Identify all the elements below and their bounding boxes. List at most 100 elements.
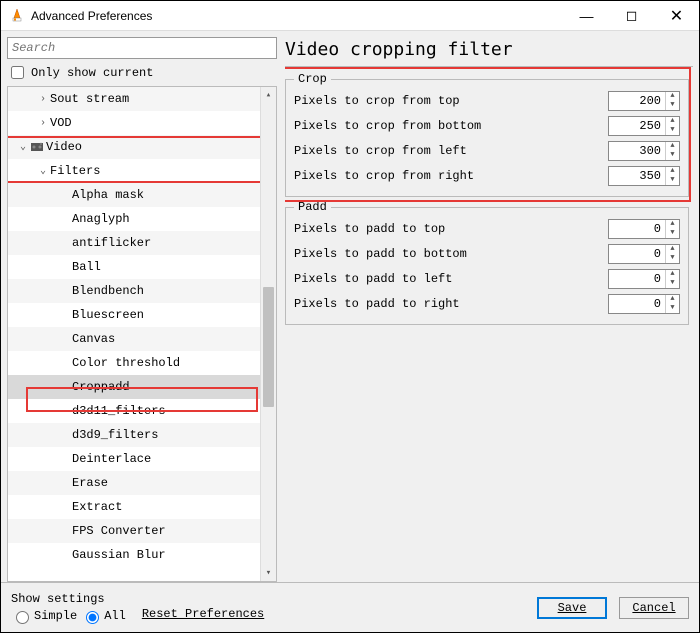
crop-right-input[interactable] [609,167,665,185]
panel-title: Video cropping filter [285,37,693,67]
padd-top-label: Pixels to padd to top [294,222,608,236]
spin-down-icon[interactable]: ▼ [666,229,679,238]
crop-top-spinner[interactable]: ▲▼ [608,91,680,111]
spin-up-icon[interactable]: ▲ [666,142,679,151]
spin-down-icon[interactable]: ▼ [666,279,679,288]
spin-down-icon[interactable]: ▼ [666,151,679,160]
chevron-down-icon: ⌄ [16,141,30,153]
tree-item-filter[interactable]: Blendbench [8,279,260,303]
tree-item-filter[interactable]: Erase [8,471,260,495]
simple-radio-label[interactable]: Simple [11,608,77,624]
maximize-button[interactable]: ◻ [609,1,654,30]
tree-item-filter[interactable]: Deinterlace [8,447,260,471]
scroll-up-button[interactable]: ▴ [261,87,276,103]
all-radio-label[interactable]: All [81,608,126,624]
only-show-current-row: Only show current [7,63,277,82]
minimize-button[interactable]: — [564,1,609,30]
tree-item-filter[interactable]: d3d9_filters [8,423,260,447]
spin-up-icon[interactable]: ▲ [666,220,679,229]
close-button[interactable]: ✕ [654,1,699,30]
tree-item-filters[interactable]: ⌄ Filters [8,159,260,183]
crop-bottom-input[interactable] [609,117,665,135]
spin-down-icon[interactable]: ▼ [666,176,679,185]
tree-item-filter[interactable]: Canvas [8,327,260,351]
spin-up-icon[interactable]: ▲ [666,167,679,176]
tree-label: FPS Converter [72,524,166,538]
padd-left-input[interactable] [609,270,665,288]
all-radio[interactable] [86,611,99,624]
padd-top-spinner[interactable]: ▲▼ [608,219,680,239]
padd-bottom-spinner[interactable]: ▲▼ [608,244,680,264]
crop-left-input[interactable] [609,142,665,160]
tree-label: Croppadd [72,380,130,394]
padd-top-input[interactable] [609,220,665,238]
tree-item-filter[interactable]: Ball [8,255,260,279]
scroll-down-button[interactable]: ▾ [261,565,276,581]
settings-tree: › Sout stream › VOD ⌄ Video ⌄ Filters [7,86,277,582]
only-show-current-checkbox[interactable] [11,66,24,79]
tree-item-vod[interactable]: › VOD [8,111,260,135]
spin-down-icon[interactable]: ▼ [666,126,679,135]
padd-right-input[interactable] [609,295,665,313]
titlebar: Advanced Preferences — ◻ ✕ [1,1,699,31]
tree-label: Bluescreen [72,308,144,322]
spin-up-icon[interactable]: ▲ [666,270,679,279]
tree-label: Deinterlace [72,452,151,466]
tree-item-video[interactable]: ⌄ Video [8,135,260,159]
tree-item-filter[interactable]: Gaussian Blur [8,543,260,567]
padd-bottom-label: Pixels to padd to bottom [294,247,608,261]
spin-down-icon[interactable]: ▼ [666,304,679,313]
crop-bottom-spinner[interactable]: ▲▼ [608,116,680,136]
tree-item-filter[interactable]: d3d11_filters [8,399,260,423]
spin-up-icon[interactable]: ▲ [666,92,679,101]
crop-left-spinner[interactable]: ▲▼ [608,141,680,161]
tree-label: Ball [72,260,101,274]
spin-up-icon[interactable]: ▲ [666,295,679,304]
padd-left-label: Pixels to padd to left [294,272,608,286]
tree-item-filter[interactable]: Alpha mask [8,183,260,207]
scrollbar[interactable]: ▴ ▾ [260,87,276,581]
tree-item-filter[interactable]: Anaglyph [8,207,260,231]
crop-legend: Crop [294,72,331,86]
padd-legend: Padd [294,200,331,214]
crop-right-label: Pixels to crop from right [294,169,608,183]
search-input[interactable] [7,37,277,59]
tree-label: d3d11_filters [72,404,166,418]
tree-label: Color threshold [72,356,180,370]
preferences-window: Advanced Preferences — ◻ ✕ Only show cur… [0,0,700,633]
video-icon [30,140,44,154]
tree-label: Gaussian Blur [72,548,166,562]
scroll-thumb[interactable] [263,287,274,407]
padd-right-spinner[interactable]: ▲▼ [608,294,680,314]
padd-right-label: Pixels to padd to right [294,297,608,311]
tree-label: Blendbench [72,284,144,298]
simple-radio[interactable] [16,611,29,624]
tree-item-filter[interactable]: Extract [8,495,260,519]
chevron-down-icon: ⌄ [36,165,50,177]
tree-item-filter[interactable]: FPS Converter [8,519,260,543]
cancel-button[interactable]: Cancel [619,597,689,619]
tree-item-sout-stream[interactable]: › Sout stream [8,87,260,111]
padd-group: Padd Pixels to padd to top ▲▼ Pixels to … [285,207,689,325]
save-button[interactable]: Save [537,597,607,619]
padd-bottom-input[interactable] [609,245,665,263]
spin-down-icon[interactable]: ▼ [666,254,679,263]
tree-item-filter[interactable]: antiflicker [8,231,260,255]
tree-label: Canvas [72,332,115,346]
spin-up-icon[interactable]: ▲ [666,245,679,254]
footer: Show settings Simple All Reset Preferenc… [1,582,699,632]
spin-up-icon[interactable]: ▲ [666,117,679,126]
padd-left-spinner[interactable]: ▲▼ [608,269,680,289]
crop-top-input[interactable] [609,92,665,110]
crop-left-label: Pixels to crop from left [294,144,608,158]
chevron-right-icon: › [36,94,50,105]
crop-right-spinner[interactable]: ▲▼ [608,166,680,186]
app-icon [9,8,25,24]
left-pane: Only show current › Sout stream › VOD ⌄ [7,37,277,582]
tree-item-filter[interactable]: Croppadd [8,375,260,399]
tree-item-filter[interactable]: Bluescreen [8,303,260,327]
reset-preferences-link[interactable]: Reset Preferences [142,607,264,621]
spin-down-icon[interactable]: ▼ [666,101,679,110]
right-pane: Video cropping filter Crop Pixels to cro… [285,37,693,582]
tree-item-filter[interactable]: Color threshold [8,351,260,375]
